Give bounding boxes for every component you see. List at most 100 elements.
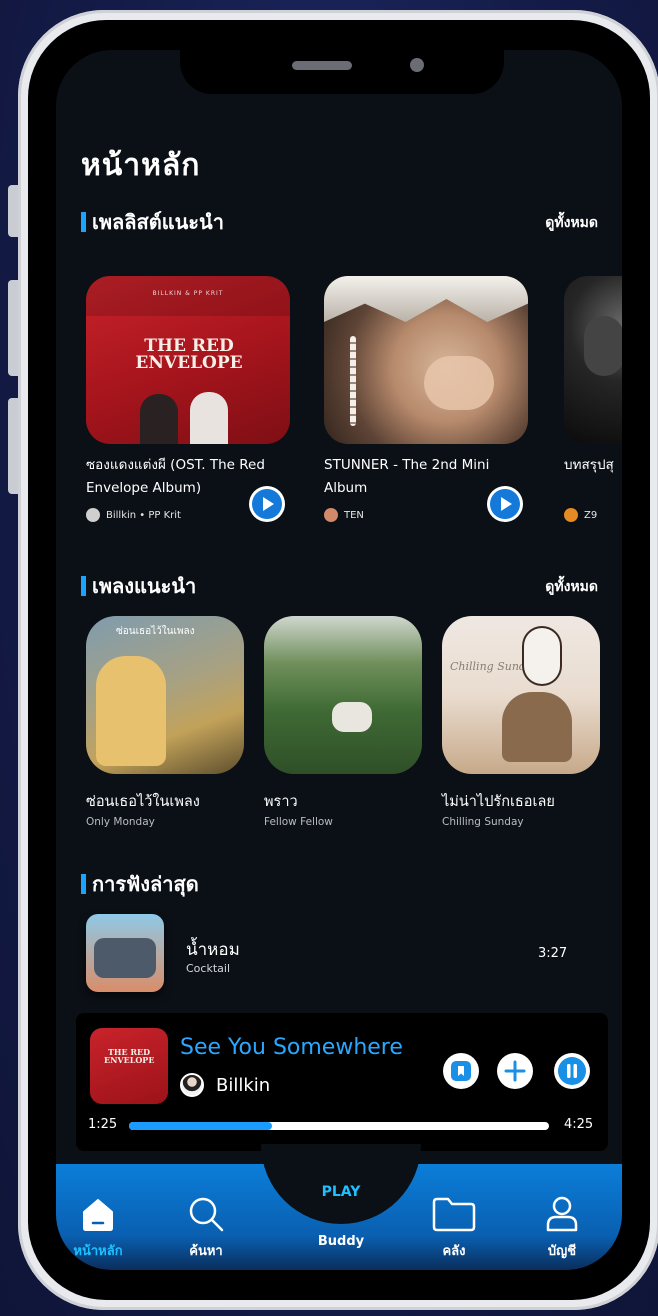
cover-main-text: THE RED ENVELOPE (135, 336, 243, 373)
recent-track-row[interactable]: น้ำหอม Cocktail 3:27 (86, 914, 606, 994)
artist-avatar (564, 508, 578, 522)
cover-couple (332, 702, 372, 732)
side-button-mute (8, 185, 18, 237)
nav-play-label: PLAY (321, 1184, 361, 1200)
play-icon (252, 489, 282, 519)
cover-group (94, 938, 156, 978)
bookmark-icon (451, 1061, 471, 1081)
playlist-artist-name: Billkin • PP Krit (106, 509, 181, 521)
song-title: ไม่น่าไปรักเธอเลย (442, 794, 555, 810)
section-songs-heading: เพลงแนะนำ (81, 570, 196, 602)
home-icon (83, 1199, 113, 1231)
section-accent-bar (81, 212, 86, 232)
user-icon (546, 1196, 578, 1232)
cover-necklace (350, 336, 356, 426)
progress-slider[interactable] (129, 1122, 549, 1130)
artist-avatar (180, 1073, 204, 1097)
section-songs-title: เพลงแนะนำ (92, 574, 197, 598)
now-playing-artist-name: Billkin (216, 1074, 271, 1096)
playlist-cover[interactable] (324, 276, 528, 444)
section-accent-bar (81, 874, 86, 894)
section-recent-title: การฟังล่าสุด (92, 872, 199, 896)
progress-fill (129, 1122, 272, 1130)
nav-label-search: ค้นหา (189, 1244, 223, 1259)
now-playing-artist: Billkin (180, 1073, 270, 1097)
side-button-volume-up (8, 280, 18, 376)
play-button[interactable] (487, 486, 523, 522)
folder-icon (432, 1197, 476, 1232)
notch (180, 50, 504, 94)
nav-label-library: คลัง (442, 1244, 466, 1259)
plus-icon (504, 1060, 526, 1082)
cover-figure (96, 656, 166, 766)
artist-avatar (86, 508, 100, 522)
cover-hand (424, 356, 494, 410)
song-artist: Only Monday (86, 816, 155, 828)
nav-item-library[interactable]: คลัง (414, 1194, 494, 1261)
song-cover[interactable] (264, 616, 422, 774)
nav-label-home: หน้าหลัก (73, 1244, 123, 1259)
playlist-card[interactable]: BILLKIN & PP KRIT THE RED ENVELOPE ซองแด… (86, 276, 290, 522)
nav-item-play-buddy[interactable]: PLAY Buddy (301, 1184, 381, 1249)
bottom-navigation: หน้าหลัก ค้นหา PLAY Buddy คลัง บัญชี (56, 1144, 622, 1270)
cover-main-text: THE RED ENVELOPE (104, 1047, 155, 1065)
song-artist: Fellow Fellow (264, 816, 333, 828)
elapsed-time: 1:25 (88, 1117, 118, 1132)
search-icon (189, 1197, 224, 1232)
front-camera (410, 58, 424, 72)
playlist-carousel[interactable]: BILLKIN & PP KRIT THE RED ENVELOPE ซองแด… (86, 276, 622, 536)
recent-track-artist: Cocktail (186, 962, 230, 975)
cover-figure (584, 316, 622, 376)
song-artist: Chilling Sunday (442, 816, 524, 828)
cover-person-right (190, 392, 228, 444)
section-accent-bar (81, 576, 86, 596)
save-button[interactable] (443, 1053, 479, 1089)
app-screen: หน้าหลัก เพลลิสต์แนะนำ ดูทั้งหมด BILLKIN… (56, 50, 622, 1270)
page-title: หน้าหลัก (81, 148, 201, 183)
recent-track-duration: 3:27 (538, 946, 568, 961)
add-button[interactable] (497, 1053, 533, 1089)
now-playing-bar[interactable]: THE RED ENVELOPE See You Somewhere Billk… (76, 1013, 608, 1151)
song-card[interactable]: Chilling Sunday ไม่น่าไปรักเธอเลย Chilli… (442, 616, 600, 828)
recent-track-cover (86, 914, 164, 992)
song-cover[interactable]: ซ่อนเธอไว้ในเพลง (86, 616, 244, 774)
playlists-see-all-link[interactable]: ดูทั้งหมด (545, 212, 598, 234)
playlist-artist-name: Z9 (584, 509, 598, 521)
nav-label-account: บัญชี (547, 1244, 577, 1259)
cover-small-text: BILLKIN & PP KRIT (152, 290, 224, 297)
playlist-title: บทสรุปสุ (564, 457, 614, 473)
song-card[interactable]: พราว Fellow Fellow (264, 616, 422, 828)
artist-avatar (324, 508, 338, 522)
song-card[interactable]: ซ่อนเธอไว้ในเพลง ซ่อนเธอไว้ในเพลง Only M… (86, 616, 244, 828)
nav-item-home[interactable]: หน้าหลัก (58, 1194, 138, 1261)
nav-label-buddy: Buddy (317, 1234, 365, 1249)
play-icon (490, 489, 520, 519)
section-playlists-heading: เพลลิสต์แนะนำ (81, 206, 224, 238)
cover-guitar-player (502, 692, 572, 762)
now-playing-cover[interactable]: THE RED ENVELOPE (90, 1028, 168, 1104)
speaker (292, 61, 352, 70)
cover-person-left (140, 394, 178, 444)
phone-bezel: หน้าหลัก เพลลิสต์แนะนำ ดูทั้งหมด BILLKIN… (28, 20, 650, 1300)
songs-see-all-link[interactable]: ดูทั้งหมด (545, 576, 598, 598)
song-title: ซ่อนเธอไว้ในเพลง (86, 794, 200, 810)
pause-icon (558, 1057, 586, 1085)
playlist-cover[interactable]: BILLKIN & PP KRIT THE RED ENVELOPE (86, 276, 290, 444)
nav-item-search[interactable]: ค้นหา (166, 1194, 246, 1261)
playlist-card[interactable]: บทสรุปสุ Z9 (564, 276, 622, 522)
now-playing-title: See You Somewhere (180, 1035, 403, 1060)
pause-button[interactable] (554, 1053, 590, 1089)
play-button[interactable] (249, 486, 285, 522)
cover-figure-top (522, 626, 562, 686)
song-title: พราว (264, 794, 298, 810)
playlist-card[interactable]: STUNNER - The 2nd Mini Album TEN (324, 276, 528, 522)
playlist-artist: Z9 (564, 508, 622, 522)
playlist-cover[interactable] (564, 276, 622, 444)
section-recent-heading: การฟังล่าสุด (81, 868, 199, 900)
nav-item-account[interactable]: บัญชี (522, 1194, 602, 1261)
song-cover[interactable]: Chilling Sunday (442, 616, 600, 774)
song-carousel[interactable]: ซ่อนเธอไว้ในเพลง ซ่อนเธอไว้ในเพลง Only M… (86, 616, 622, 836)
phone-frame: หน้าหลัก เพลลิสต์แนะนำ ดูทั้งหมด BILLKIN… (18, 10, 658, 1310)
cover-hair (324, 276, 528, 322)
playlist-artist-name: TEN (344, 509, 364, 521)
